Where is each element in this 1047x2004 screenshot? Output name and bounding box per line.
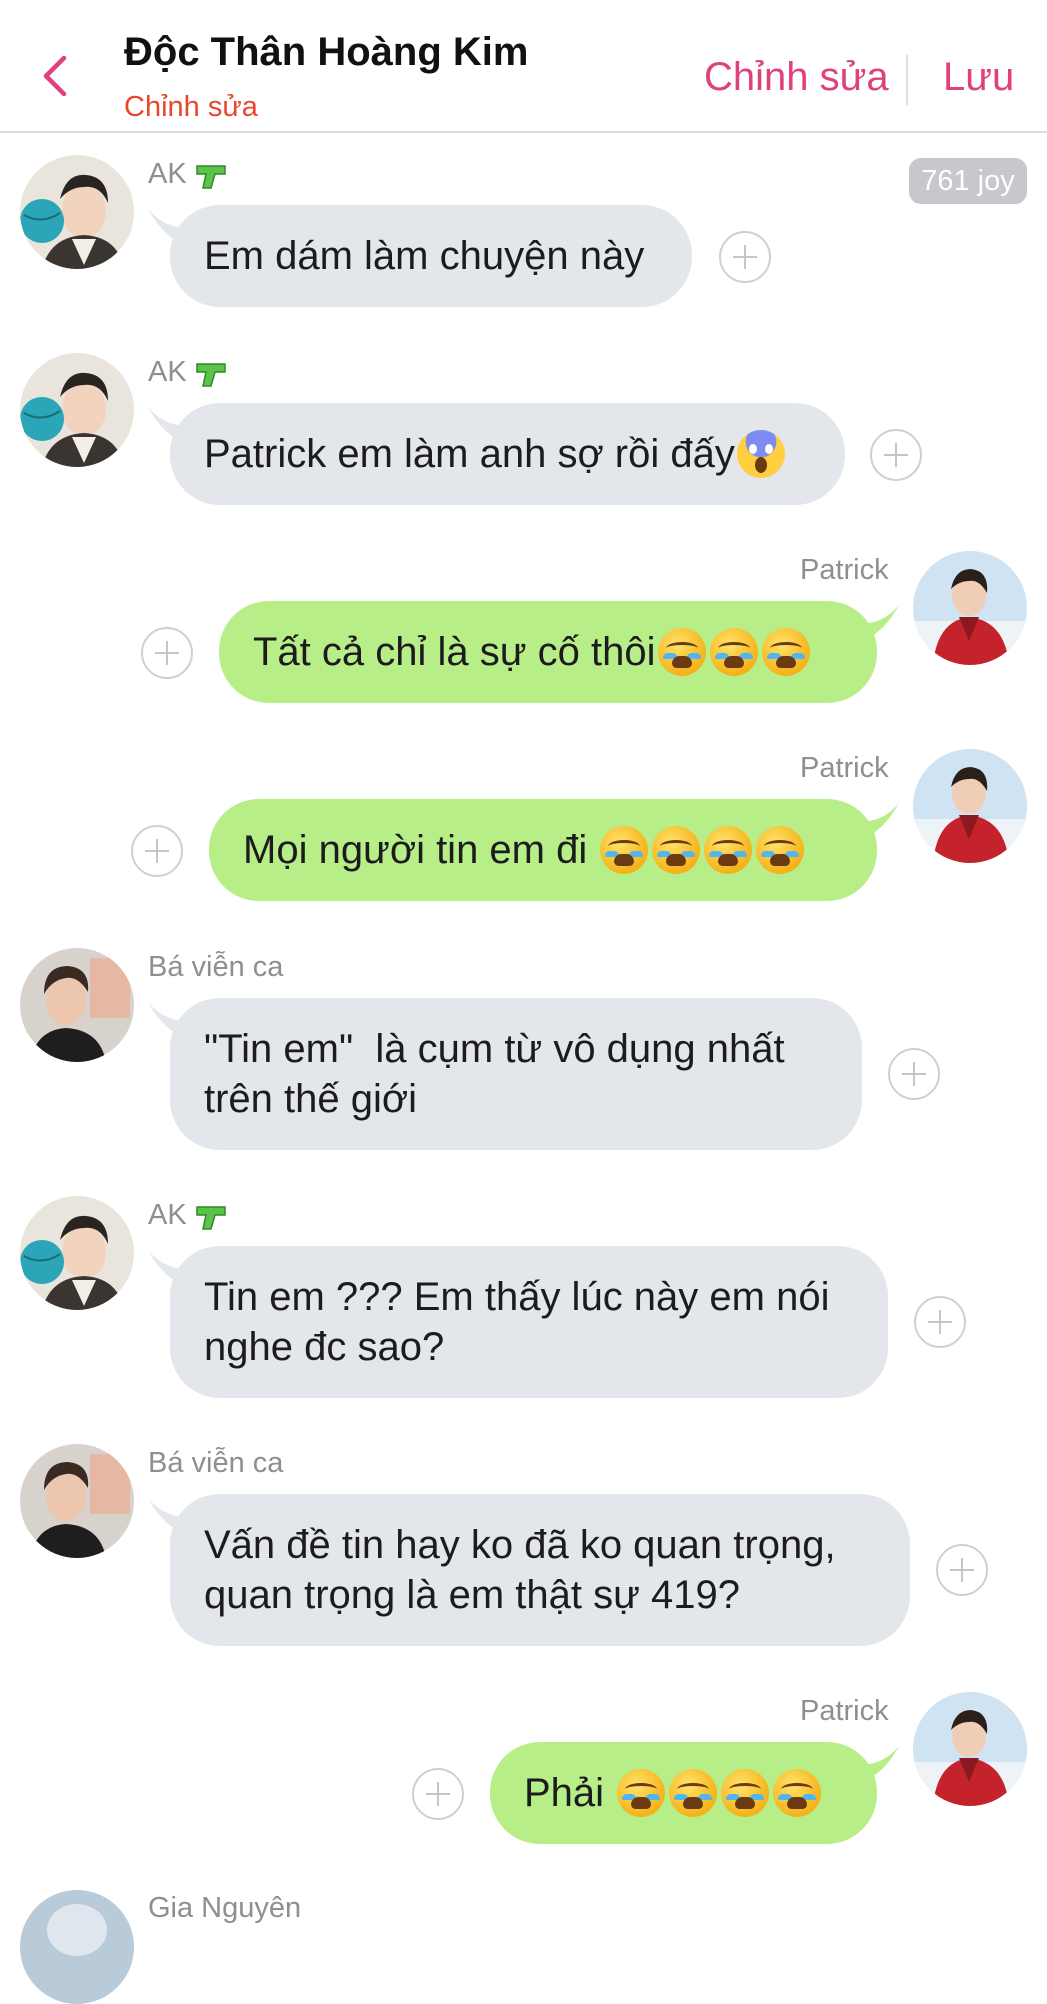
- message-text: Tất cả chỉ là sự cố thôi: [253, 630, 656, 674]
- face-screaming-emoji-icon: [736, 430, 785, 478]
- avatar-ba-vien-ca[interactable]: [20, 948, 134, 1062]
- avatar-patrick[interactable]: [913, 551, 1027, 665]
- sender-name: Bá viễn ca: [148, 1447, 283, 1480]
- sender-name: Gia Nguyên: [148, 1892, 301, 1925]
- add-reaction-button[interactable]: [131, 825, 183, 877]
- message-text: Tin em ??? Em thấy lúc này em nói nghe đ…: [204, 1275, 830, 1369]
- message-bubble[interactable]: Patrick em làm anh sợ rồi đấy: [170, 403, 845, 505]
- sender-name-text: Patrick: [800, 752, 889, 784]
- message-bubble[interactable]: "Tin em" là cụm từ vô dụng nhất trên thế…: [170, 998, 862, 1150]
- message-bubble[interactable]: Tin em ??? Em thấy lúc này em nói nghe đ…: [170, 1246, 888, 1398]
- add-reaction-button[interactable]: [870, 429, 922, 481]
- sender-name: AK: [148, 356, 229, 389]
- joy-badge: 761 joy: [909, 158, 1027, 204]
- chevron-left-icon: [43, 55, 67, 97]
- water-gun-icon: [195, 362, 226, 387]
- message-bubble[interactable]: Em dám làm chuyện này: [170, 205, 692, 307]
- message-bubble[interactable]: Phải: [490, 1742, 877, 1844]
- message-text: Em dám làm chuyện này: [204, 234, 645, 278]
- sender-name-text: Patrick: [800, 554, 889, 586]
- add-reaction-button[interactable]: [141, 627, 193, 679]
- loudly-crying-emoji-icon: [669, 1769, 718, 1817]
- message-bubble[interactable]: Mọi người tin em đi: [209, 799, 877, 901]
- add-reaction-button[interactable]: [888, 1048, 940, 1100]
- message-text: Vấn đề tin hay ko đã ko quan trọng, quan…: [204, 1523, 836, 1617]
- water-gun-icon: [195, 164, 226, 189]
- loudly-crying-emoji-icon: [704, 826, 753, 874]
- chat-subtitle: Chỉnh sửa: [124, 91, 258, 123]
- edit-button[interactable]: Chỉnh sửa: [704, 55, 889, 100]
- avatar-ba-vien-ca[interactable]: [20, 1444, 134, 1558]
- loudly-crying-emoji-icon: [756, 826, 805, 874]
- avatar-ak[interactable]: [20, 1196, 134, 1310]
- sender-name: Patrick: [800, 554, 889, 587]
- sender-name-text: Bá viễn ca: [148, 1447, 284, 1479]
- add-reaction-button[interactable]: [719, 231, 771, 283]
- message-text: Mọi người tin em đi: [243, 828, 588, 872]
- sender-name-text: Patrick: [800, 1695, 889, 1727]
- sender-name: Bá viễn ca: [148, 951, 283, 984]
- avatar-patrick[interactable]: [913, 749, 1027, 863]
- loudly-crying-emoji-icon: [600, 826, 649, 874]
- loudly-crying-emoji-icon: [617, 1769, 666, 1817]
- loudly-crying-emoji-icon: [652, 826, 701, 874]
- sender-name: AK: [148, 158, 229, 191]
- message-bubble[interactable]: Tất cả chỉ là sự cố thôi: [219, 601, 877, 703]
- chat-header: Độc Thân Hoàng Kim Chỉnh sửa Chỉnh sửa L…: [0, 0, 1047, 133]
- message-text: "Tin em" là cụm từ vô dụng nhất trên thế…: [204, 1027, 796, 1121]
- add-reaction-button[interactable]: [914, 1296, 966, 1348]
- avatar-ak[interactable]: [20, 353, 134, 467]
- loudly-crying-emoji-icon: [657, 628, 706, 676]
- header-divider: [906, 55, 908, 105]
- add-reaction-button[interactable]: [412, 1768, 464, 1820]
- loudly-crying-emoji-icon: [773, 1769, 822, 1817]
- avatar-gia-nguyen[interactable]: [20, 1890, 134, 2004]
- sender-name-text: Gia Nguyên: [148, 1892, 302, 1924]
- sender-name: Patrick: [800, 1695, 889, 1728]
- avatar-ak[interactable]: [20, 155, 134, 269]
- loudly-crying-emoji-icon: [709, 628, 758, 676]
- add-reaction-button[interactable]: [936, 1544, 988, 1596]
- water-gun-icon: [195, 1205, 226, 1230]
- message-bubble[interactable]: Vấn đề tin hay ko đã ko quan trọng, quan…: [170, 1494, 910, 1646]
- sender-name: Patrick: [800, 752, 889, 785]
- avatar-patrick[interactable]: [913, 1692, 1027, 1806]
- sender-name-text: AK: [148, 158, 187, 190]
- message-text: Patrick em làm anh sợ rồi đấy: [204, 432, 735, 476]
- sender-name-text: AK: [148, 1199, 187, 1231]
- save-button[interactable]: Lưu: [943, 55, 1014, 100]
- back-button[interactable]: [30, 46, 80, 106]
- loudly-crying-emoji-icon: [761, 628, 810, 676]
- sender-name-text: AK: [148, 356, 187, 388]
- sender-name: AK: [148, 1199, 229, 1232]
- chat-title: Độc Thân Hoàng Kim: [124, 30, 529, 74]
- message-text: Phải: [524, 1771, 616, 1815]
- sender-name-text: Bá viễn ca: [148, 951, 284, 983]
- loudly-crying-emoji-icon: [721, 1769, 770, 1817]
